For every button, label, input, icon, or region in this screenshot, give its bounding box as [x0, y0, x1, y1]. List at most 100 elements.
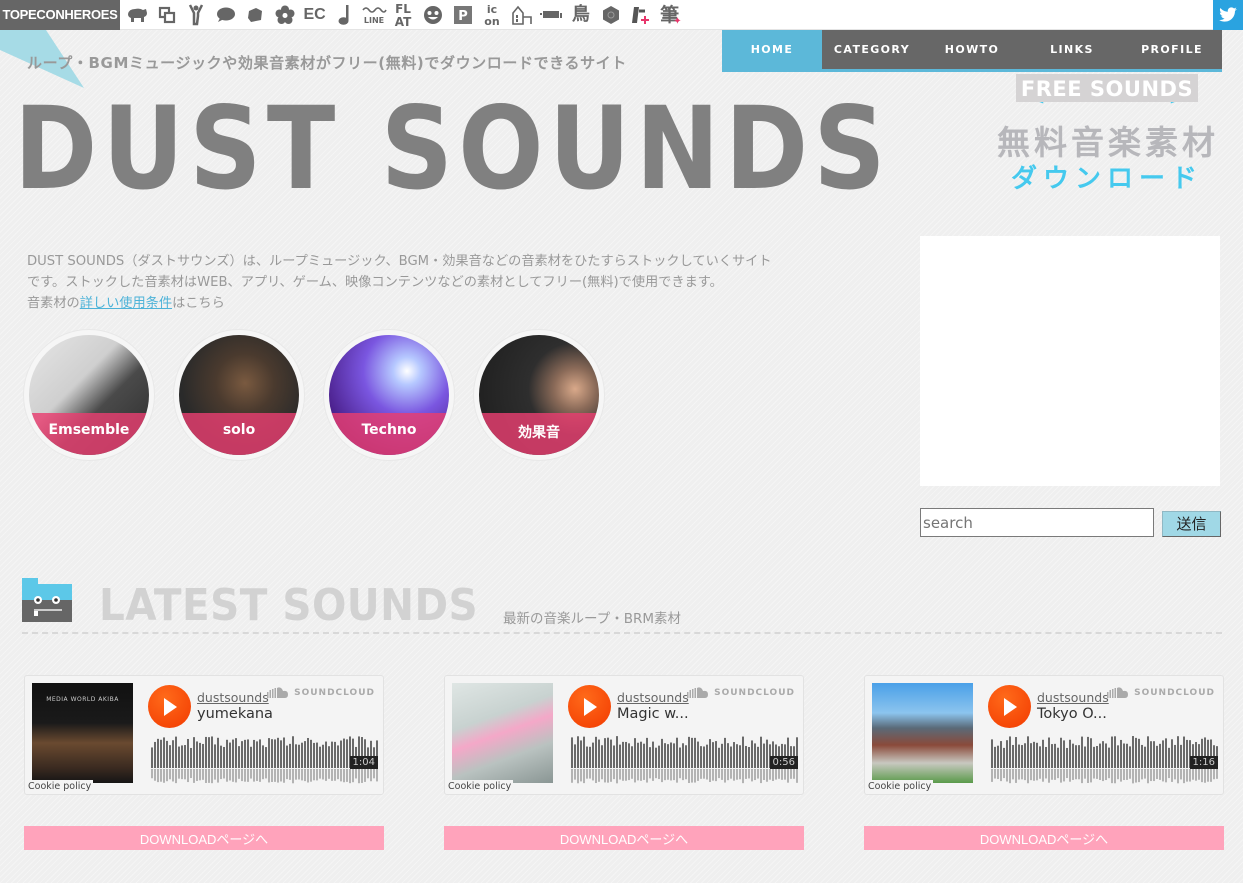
waveform-bar-reflection [349, 769, 351, 784]
play-button[interactable] [988, 685, 1031, 728]
track-title[interactable]: yumekana [197, 706, 273, 722]
waveform-bar-reflection [331, 769, 333, 781]
track-title[interactable]: Magic w... [617, 706, 689, 722]
waveform-bar [334, 741, 336, 768]
track-title[interactable]: Tokyo O... [1037, 706, 1107, 722]
waveform-bar-reflection [1195, 769, 1197, 781]
waveform-bar-reflection [673, 769, 675, 781]
waveform-bar [754, 743, 756, 768]
waveform-bar-reflection [1141, 769, 1143, 780]
waveform-bar [214, 744, 216, 768]
smiley-icon[interactable] [420, 2, 446, 28]
soundcloud-logo[interactable]: SOUNDCLOUD [267, 687, 375, 698]
soundcloud-player[interactable]: Cookie policy dustsounds Tokyo O... SOUN… [864, 675, 1224, 795]
soundcloud-player[interactable]: Cookie policy dustsounds Magic w... SOUN… [444, 675, 804, 795]
site-logo[interactable]: DUST SOUNDS [14, 92, 891, 206]
waveform-bar-reflection [376, 769, 378, 782]
waveform-bar-reflection [151, 769, 153, 779]
nav-links[interactable]: LINKS [1022, 30, 1122, 69]
tag-icon[interactable] [242, 2, 268, 28]
waveform-bar-reflection [1051, 769, 1053, 780]
waveform-bar-reflection [310, 769, 312, 782]
waveform[interactable] [151, 736, 381, 786]
waveform-bar-reflection [343, 769, 345, 783]
hexagon-icon[interactable] [598, 2, 624, 28]
waveform-bar-reflection [169, 769, 171, 780]
waveform-bar-reflection [997, 769, 999, 780]
waveform-bar-reflection [178, 769, 180, 779]
waveform-bar-reflection [730, 769, 732, 779]
waveform-bar-reflection [262, 769, 264, 780]
soundcloud-logo[interactable]: SOUNDCLOUD [687, 687, 795, 698]
waveform-bar [289, 743, 291, 768]
cookie-policy-link[interactable]: Cookie policy [446, 780, 514, 793]
waveform[interactable] [991, 736, 1221, 786]
soundcloud-logo[interactable]: SOUNDCLOUD [1107, 687, 1215, 698]
brush-kanji-icon[interactable]: 筆 ✦ [657, 2, 683, 28]
twitter-button[interactable] [1213, 0, 1243, 30]
ec-icon[interactable]: EC [302, 2, 328, 28]
waveform-bar-reflection [625, 769, 627, 781]
bird-kanji-icon[interactable]: 鳥 [568, 2, 594, 28]
waveform-bar-reflection [649, 769, 651, 779]
do-katakana-icon[interactable] [627, 2, 653, 28]
terms-link[interactable]: 詳しい使用条件 [80, 296, 172, 311]
download-page-button[interactable]: DOWNLOADページへ [24, 826, 384, 850]
flower-icon[interactable] [272, 2, 298, 28]
track-artwork[interactable] [452, 683, 553, 783]
category-techno[interactable]: Techno [323, 329, 455, 461]
search-input[interactable] [920, 508, 1154, 537]
waveform-bar [1081, 736, 1083, 768]
soundcloud-player[interactable]: MEDIA WORLD AKIBA Cookie policy dustsoun… [24, 675, 384, 795]
search-submit-button[interactable]: 送信 [1162, 511, 1221, 537]
hippo-icon[interactable] [124, 2, 150, 28]
waveform-bar [733, 742, 735, 768]
speech-bubble-icon[interactable] [213, 2, 239, 28]
icon-on-icon[interactable]: ic on [479, 2, 505, 28]
line-icon[interactable]: LINE [361, 2, 387, 28]
waveform-bar-reflection [1183, 769, 1185, 784]
dancer-icon[interactable] [183, 2, 209, 28]
waveform-bar [1072, 743, 1074, 768]
parking-icon[interactable]: P [450, 2, 476, 28]
waveform-bar [181, 745, 183, 768]
waveform-bar [643, 743, 645, 768]
play-button[interactable] [568, 685, 611, 728]
download-page-button[interactable]: DOWNLOADページへ [864, 826, 1224, 850]
track-user-link[interactable]: dustsounds [617, 690, 689, 705]
nav-category[interactable]: CATEGORY [822, 30, 922, 69]
track-user-link[interactable]: dustsounds [197, 690, 269, 705]
track-artwork[interactable]: MEDIA WORLD AKIBA [32, 683, 133, 783]
waveform-bar-reflection [688, 769, 690, 784]
waveform-bar-reflection [586, 769, 588, 779]
waveform-bar [1126, 743, 1128, 768]
cookie-policy-link[interactable]: Cookie policy [26, 780, 94, 793]
waveform-bar-reflection [589, 769, 591, 779]
waveform-bar-reflection [1024, 769, 1026, 781]
bench-icon[interactable] [538, 2, 564, 28]
flat-icon[interactable]: FL AT [390, 2, 416, 28]
category-solo[interactable]: solo [173, 329, 305, 461]
waveform-bar-reflection [706, 769, 708, 780]
download-page-button[interactable]: DOWNLOADページへ [444, 826, 804, 850]
cookie-policy-link[interactable]: Cookie policy [866, 780, 934, 793]
nav-home[interactable]: HOME [722, 30, 822, 69]
nav-profile[interactable]: PROFILE [1122, 30, 1222, 69]
waveform[interactable] [571, 736, 801, 786]
waveform-bar [1045, 746, 1047, 768]
topecon-heroes-logo[interactable]: TOPECONHEROES [0, 0, 120, 30]
building-icon[interactable] [509, 2, 535, 28]
waveform-bar [325, 741, 327, 768]
play-button[interactable] [148, 685, 191, 728]
music-note-icon[interactable] [331, 2, 357, 28]
windows-icon[interactable] [154, 2, 180, 28]
track-artwork[interactable] [872, 683, 973, 783]
nav-howto[interactable]: HOWTO [922, 30, 1022, 69]
waveform-bar-reflection [748, 769, 750, 779]
category-sound-effects[interactable]: 効果音 [473, 329, 605, 461]
category-label: solo [222, 422, 256, 438]
waveform-bar-reflection [1060, 769, 1062, 783]
track-user-link[interactable]: dustsounds [1037, 690, 1109, 705]
category-ensemble[interactable]: Emsemble [23, 329, 155, 461]
waveform-bar-reflection [1171, 769, 1173, 782]
